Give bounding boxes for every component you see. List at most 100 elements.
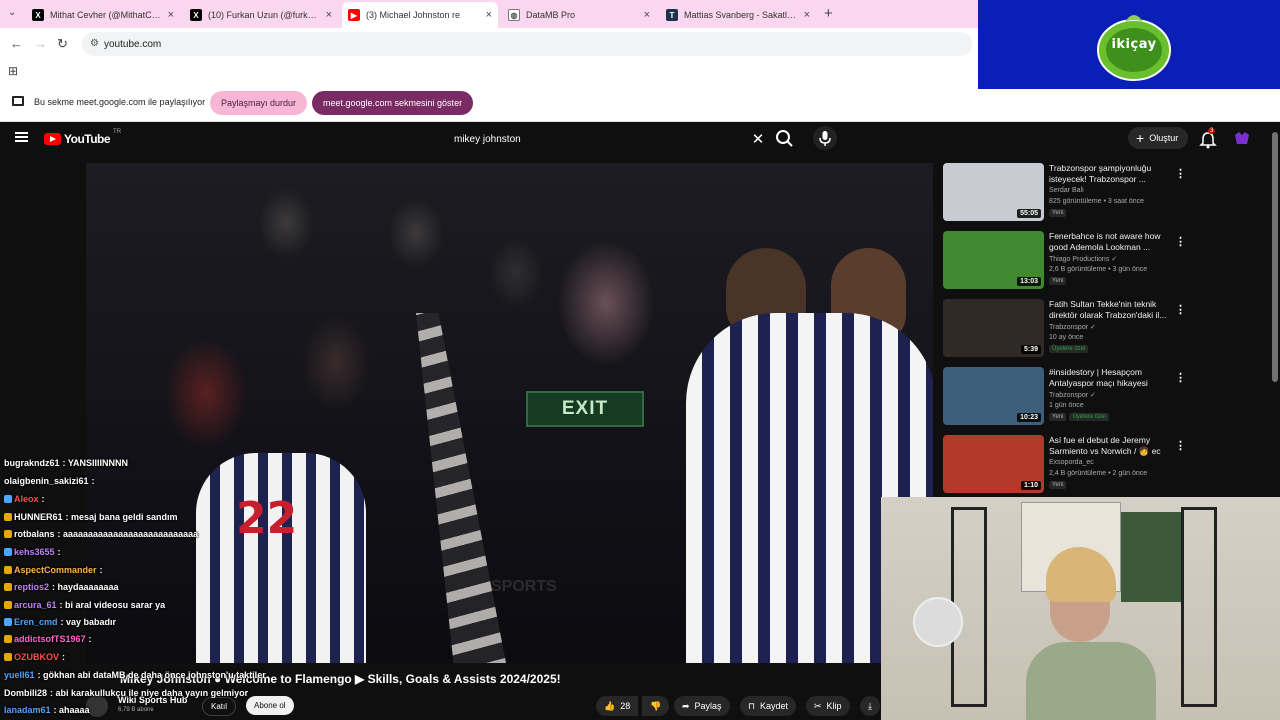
badge-icon — [4, 548, 12, 556]
video-thumbnail[interactable]: 13:03 — [943, 231, 1044, 289]
recommendation-channel[interactable]: Trabzonspor ✓ — [1049, 323, 1096, 331]
download-button[interactable]: ⤓ — [860, 696, 880, 716]
clip-button[interactable]: ✂ Klip — [806, 696, 850, 716]
url-bar[interactable]: ⚙ youtube.com — [82, 32, 972, 56]
hamburger-menu-icon[interactable] — [15, 132, 28, 142]
x-icon: X — [32, 9, 44, 21]
video-thumbnail[interactable]: 5:39 — [943, 299, 1044, 357]
more-vert-icon[interactable]: ⋮ — [1175, 303, 1186, 316]
recommendation-title[interactable]: #insidestory | Hesapçom Antalyaspor maçı… — [1049, 367, 1173, 389]
clear-search-icon[interactable]: ✕ — [744, 130, 772, 148]
recommendation-title[interactable]: Fenerbahce is not aware how good Ademola… — [1049, 231, 1173, 253]
close-tab-icon[interactable]: × — [168, 9, 174, 21]
recommendation-title[interactable]: Fatih Sultan Tekke'nin teknik direktör o… — [1049, 299, 1173, 321]
tab-mattias-svanberg[interactable]: T Mattias Svanberg - Sakatlık geç × — [660, 4, 816, 26]
video-frame-exit-sign: EXIT — [526, 391, 644, 427]
recommendation-channel[interactable]: Thiago Productions ✓ — [1049, 255, 1117, 263]
search-icon[interactable] — [773, 127, 797, 151]
tab-michael-johnston[interactable]: ▶ (3) Michael Johnston re × — [342, 2, 498, 28]
chat-message: Aleox: — [4, 494, 45, 504]
recommendation-meta: 10 ay önce — [1049, 334, 1084, 341]
more-vert-icon[interactable]: ⋮ — [1175, 235, 1186, 248]
country-code: TR — [113, 129, 122, 135]
badge-icon — [4, 495, 12, 503]
close-tab-icon[interactable]: × — [804, 9, 810, 21]
badge-icon — [4, 601, 12, 609]
like-button[interactable]: 👍 28 — [596, 696, 639, 716]
more-vert-icon[interactable]: ⋮ — [1175, 167, 1186, 180]
recommendation-item[interactable]: 10:23 #insidestory | Hesapçom Antalyaspo… — [943, 367, 1203, 431]
chat-username: AspectCommander — [14, 565, 97, 575]
more-vert-icon[interactable]: ⋮ — [1175, 439, 1186, 452]
tab-title: Mithat Cevher (@MithatCevher — [50, 10, 162, 20]
chat-message: kehs3655: — [4, 547, 61, 557]
page-scrollbar[interactable] — [1272, 132, 1278, 382]
close-tab-icon[interactable]: × — [326, 9, 332, 21]
create-button[interactable]: + Oluştur — [1128, 127, 1189, 149]
more-vert-icon[interactable]: ⋮ — [1175, 371, 1186, 384]
stop-sharing-button[interactable]: Paylaşmayı durdur — [210, 91, 308, 115]
recommendation-channel[interactable]: Trabzonspor ✓ — [1049, 391, 1096, 399]
chat-text: : gökhan abi dataMB de daha önce johnsto… — [37, 670, 266, 680]
recommendation-item[interactable]: 55:05 Trabzonspor şampiyonluğu isteyecek… — [943, 163, 1203, 227]
apps-grid-icon[interactable]: ⊞ — [8, 64, 18, 78]
chat-text: : haydaaaaaaaa — [52, 582, 119, 592]
recommendation-meta: 1 gün önce — [1049, 402, 1084, 409]
share-message: Bu sekme meet.google.com ile paylaşılıyo… — [34, 97, 206, 107]
share-button[interactable]: ➦ Paylaş — [674, 696, 730, 716]
recommendation-channel[interactable]: Exsoporda_ec — [1049, 459, 1094, 466]
chat-username: Eren_cmd — [14, 617, 58, 627]
recommendation-meta: 2,4 B görüntüleme • 2 gün önce — [1049, 470, 1148, 477]
notifications-button[interactable]: 3 — [1198, 128, 1218, 150]
recommendation-item[interactable]: 13:03 Fenerbahce is not aware how good A… — [943, 231, 1203, 295]
account-avatar-icon[interactable] — [1234, 131, 1250, 145]
chat-message: rotbalans: aaaaaaaaaaaaaaaaaaaaaaaaaaa — [4, 529, 198, 539]
site-info-icon[interactable]: ⚙ — [90, 38, 99, 49]
like-count: 28 — [620, 701, 631, 711]
chat-username: Dombili28 — [4, 688, 48, 698]
search-box[interactable]: mikey johnston ✕ — [442, 126, 772, 152]
close-tab-icon[interactable]: × — [486, 9, 492, 21]
chat-username: Aleox — [14, 494, 39, 504]
thumbs-down-icon: 👎 — [650, 700, 662, 711]
close-tab-icon[interactable]: × — [644, 9, 650, 21]
search-input[interactable]: mikey johnston — [442, 134, 744, 145]
chat-message: yuell61: gökhan abi dataMB de daha önce … — [4, 670, 266, 680]
tab-title: DataMB Pro — [526, 10, 576, 20]
members-only-badge: Üyelere özel — [1049, 345, 1089, 353]
show-meet-tab-button[interactable]: meet.google.com sekmesini göster — [312, 91, 474, 115]
back-arrow-icon[interactable]: ← — [10, 36, 23, 51]
video-duration: 13:03 — [1017, 277, 1041, 286]
reload-icon[interactable]: ↻ — [57, 36, 68, 52]
tab-datamb-pro[interactable]: ◍ DataMB Pro × — [502, 4, 656, 26]
new-badge: Yeni — [1049, 481, 1067, 489]
youtube-logo[interactable]: YouTube TR — [44, 129, 122, 146]
badge-icon — [4, 618, 12, 626]
thumbs-up-icon: 👍 — [604, 700, 616, 711]
bookmarks-bar: ⊞ — [0, 60, 978, 84]
microphone-icon[interactable] — [813, 126, 837, 150]
recommendation-channel[interactable]: Serdar Bali — [1049, 187, 1084, 194]
dislike-button[interactable]: 👎 — [642, 696, 670, 716]
screen-share-icon — [12, 96, 24, 106]
recommendation-item[interactable]: 1:10 Así fue el debut de Jeremy Sarmient… — [943, 435, 1203, 499]
badge-icon — [4, 566, 12, 574]
save-button[interactable]: ⊓ Kaydet — [740, 696, 797, 716]
video-thumbnail[interactable]: 10:23 — [943, 367, 1044, 425]
badge-icon — [4, 635, 12, 643]
forward-arrow-icon[interactable]: → — [34, 36, 47, 51]
badge-icon — [4, 583, 12, 591]
new-tab-plus-icon[interactable]: + — [824, 5, 833, 22]
plus-icon: + — [1136, 130, 1145, 146]
tab-mithat-cevher[interactable]: X Mithat Cevher (@MithatCevher × — [26, 4, 180, 26]
chat-text: : — [41, 494, 45, 504]
tab-search-chevron-icon[interactable]: ⌄ — [8, 7, 16, 18]
youtube-icon: ▶ — [348, 9, 360, 21]
tab-furkan-uzun[interactable]: X (10) Furkan Uzun (@furkan_uzu × — [184, 4, 338, 26]
recommendation-item[interactable]: 5:39 Fatih Sultan Tekke'nin teknik direk… — [943, 299, 1203, 363]
recommendation-title[interactable]: Así fue el debut de Jeremy Sarmiento vs … — [1049, 435, 1173, 457]
video-thumbnail[interactable]: 1:10 — [943, 435, 1044, 493]
video-thumbnail[interactable]: 55:05 — [943, 163, 1044, 221]
recommendation-title[interactable]: Trabzonspor şampiyonluğu isteyecek! Trab… — [1049, 163, 1173, 185]
chat-text: : ahaaaa — [53, 705, 90, 715]
